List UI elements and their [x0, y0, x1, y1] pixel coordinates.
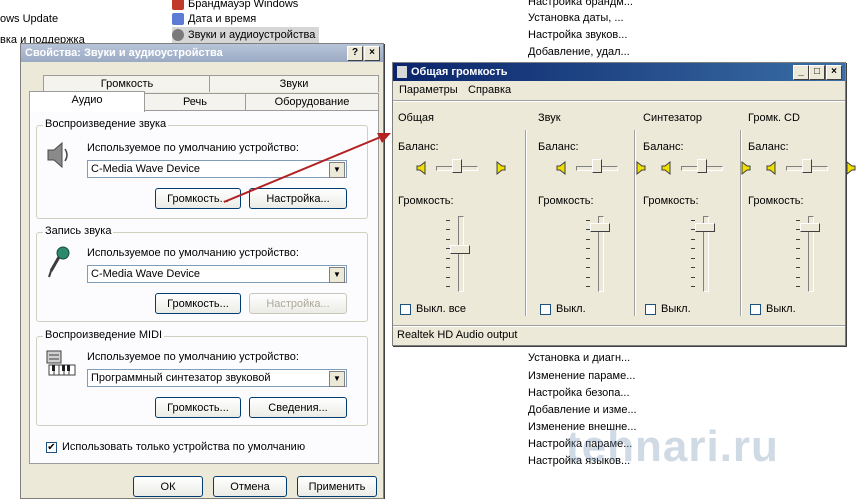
annotation-arrow [223, 133, 391, 203]
tab-audio[interactable]: Аудио [29, 91, 145, 112]
